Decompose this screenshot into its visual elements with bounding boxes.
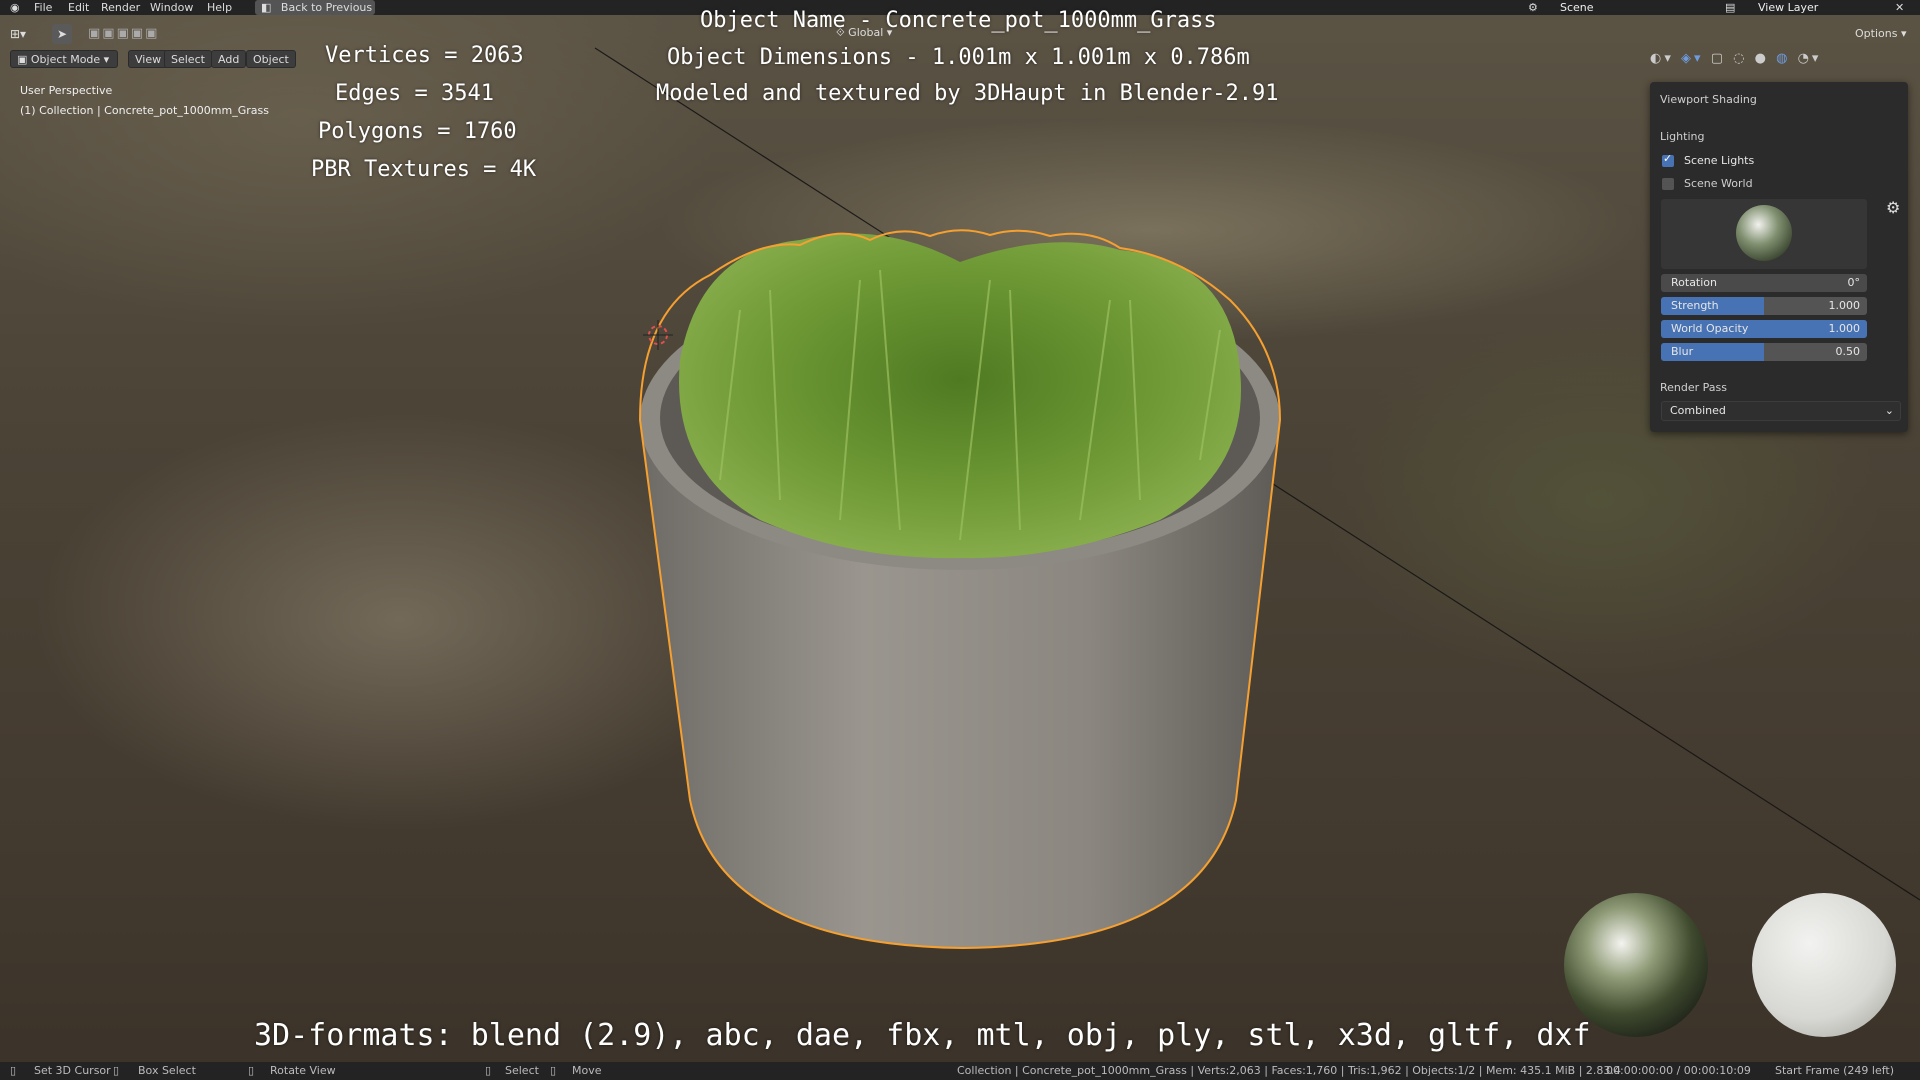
- solid-shading-icon[interactable]: ●: [1755, 51, 1769, 66]
- gizmo-icon[interactable]: ◐▾: [1650, 51, 1674, 66]
- back-to-previous-button[interactable]: ◧ Back to Previous: [255, 0, 375, 15]
- object-name-title: Object Name - Concrete_pot_1000mm_Grass: [700, 8, 1217, 33]
- rotation-slider[interactable]: Rotation 0°: [1661, 274, 1867, 292]
- hdri-chrome-ball: [1564, 893, 1708, 1037]
- blur-value: 0.50: [1835, 345, 1861, 358]
- strength-label: Strength: [1671, 299, 1719, 312]
- menu-help[interactable]: Help: [207, 0, 232, 15]
- chevron-down-icon: ⌄: [1884, 404, 1894, 417]
- material-shading-icon[interactable]: ◍: [1776, 51, 1790, 66]
- close-icon[interactable]: ✕: [1895, 0, 1904, 15]
- 3d-cursor-icon[interactable]: [643, 320, 673, 350]
- select-menu[interactable]: Select: [164, 50, 212, 68]
- viewport-perspective: User Perspective: [20, 84, 113, 97]
- rotation-value: 0°: [1847, 276, 1861, 289]
- polygons-stat: Polygons = 1760: [318, 119, 517, 144]
- check-icon: ✓: [1663, 152, 1673, 165]
- mode-label: Object Mode: [30, 53, 101, 66]
- scene-lights-label: Scene Lights: [1684, 154, 1755, 167]
- status-rotate-view: Rotate View: [270, 1064, 336, 1077]
- add-menu[interactable]: Add: [211, 50, 247, 68]
- status-box-select: Box Select: [138, 1064, 196, 1077]
- start-frame: Start Frame (249 left): [1775, 1064, 1895, 1077]
- xray-icon[interactable]: ▢: [1711, 51, 1726, 66]
- mouse-left-icon: ▯: [10, 1064, 17, 1077]
- view-menu[interactable]: View: [128, 50, 169, 68]
- object-mode-icon: ▣: [17, 53, 31, 66]
- render-pass-label: Render Pass: [1660, 381, 1727, 394]
- status-move: Move: [572, 1064, 602, 1077]
- viewport-header-icons[interactable]: ◐▾ ◈▾ ▢ ◌ ● ◍ ◔▾: [1650, 50, 1900, 68]
- mouse-middle-icon: ▯: [248, 1064, 255, 1077]
- world-opacity-slider[interactable]: World Opacity 1.000: [1661, 320, 1867, 338]
- wireframe-shading-icon[interactable]: ◌: [1733, 51, 1747, 66]
- menu-render[interactable]: Render: [101, 0, 140, 15]
- scene-selector[interactable]: Scene: [1560, 0, 1594, 15]
- lighting-label: Lighting: [1660, 130, 1705, 143]
- menu-edit[interactable]: Edit: [68, 0, 89, 15]
- formats-caption: 3D-formats: blend (2.9), abc, dae, fbx, …: [254, 1018, 1591, 1053]
- selection-mode-icons[interactable]: ▣▣▣▣▣: [88, 25, 184, 43]
- status-select: Select: [505, 1064, 539, 1077]
- mouse-drag-icon: ▯: [113, 1064, 120, 1077]
- select-tool-icon[interactable]: ➤: [52, 24, 72, 44]
- render-pass-value: Combined: [1670, 404, 1726, 417]
- viewport-shading-panel: Viewport Shading Lighting ✓ Scene Lights…: [1650, 82, 1908, 432]
- hdri-settings-gear-icon[interactable]: ⚙: [1886, 198, 1900, 217]
- object-menu[interactable]: Object: [246, 50, 296, 68]
- options-dropdown[interactable]: Options ▾: [1855, 27, 1906, 40]
- back-button-label: Back to Previous: [280, 1, 373, 14]
- mouse-right-icon: ▯: [550, 1064, 557, 1077]
- scene-world-label: Scene World: [1684, 177, 1753, 190]
- scene-lights-checkbox[interactable]: ✓: [1662, 152, 1674, 167]
- object-dimensions: Object Dimensions - 1.001m x 1.001m x 0.…: [667, 45, 1250, 70]
- scene-world-checkbox[interactable]: [1662, 178, 1674, 190]
- scene-render: [594, 47, 1920, 1037]
- mouse-left-icon-2: ▯: [485, 1064, 492, 1077]
- status-bar: ▯ Set 3D Cursor ▯ Box Select ▯ Rotate Vi…: [0, 1062, 1920, 1080]
- blender-logo-icon[interactable]: ◉: [10, 0, 20, 15]
- rotation-label: Rotation: [1671, 276, 1718, 289]
- hdri-preview-sphere[interactable]: [1736, 205, 1792, 261]
- hdri-matte-ball: [1752, 893, 1896, 1037]
- editor-type-icon[interactable]: ⊞▾: [10, 25, 40, 43]
- opacity-value: 1.000: [1828, 322, 1861, 335]
- view-layer-selector[interactable]: View Layer: [1758, 0, 1818, 15]
- panel-title: Viewport Shading: [1660, 93, 1757, 106]
- scene-icon[interactable]: ⚙: [1528, 0, 1538, 15]
- back-icon: ◧: [261, 1, 272, 14]
- blur-label: Blur: [1671, 345, 1694, 358]
- strength-slider[interactable]: Strength 1.000: [1661, 297, 1867, 315]
- edges-stat: Edges = 3541: [335, 81, 494, 106]
- menu-window[interactable]: Window: [150, 0, 193, 15]
- textures-stat: PBR Textures = 4K: [311, 157, 537, 182]
- timecode: 00:00:00:00 / 00:00:10:09: [1606, 1064, 1751, 1077]
- menu-file[interactable]: File: [34, 0, 52, 15]
- blur-slider[interactable]: Blur 0.50: [1661, 343, 1867, 361]
- object-mode-dropdown[interactable]: ▣ Object Mode ▾: [10, 50, 118, 68]
- opacity-label: World Opacity: [1671, 322, 1749, 335]
- strength-value: 1.000: [1828, 299, 1861, 312]
- view-layer-icon[interactable]: ▤: [1725, 0, 1735, 15]
- status-set-3d-cursor: Set 3D Cursor: [34, 1064, 111, 1077]
- hdri-selector[interactable]: [1661, 199, 1867, 269]
- options-label: Options: [1855, 27, 1898, 40]
- vertices-stat: Vertices = 2063: [325, 43, 524, 68]
- rendered-shading-icon[interactable]: ◔▾: [1798, 51, 1822, 66]
- grass: [679, 233, 1241, 559]
- viewport-collection: (1) Collection | Concrete_pot_1000mm_Gra…: [20, 104, 269, 117]
- scene-statistics: Collection | Concrete_pot_1000mm_Grass |…: [957, 1064, 1621, 1077]
- credit-text: Modeled and textured by 3DHaupt in Blend…: [656, 81, 1279, 106]
- overlay-icon[interactable]: ◈▾: [1681, 51, 1704, 66]
- render-pass-dropdown[interactable]: Combined ⌄: [1661, 401, 1901, 421]
